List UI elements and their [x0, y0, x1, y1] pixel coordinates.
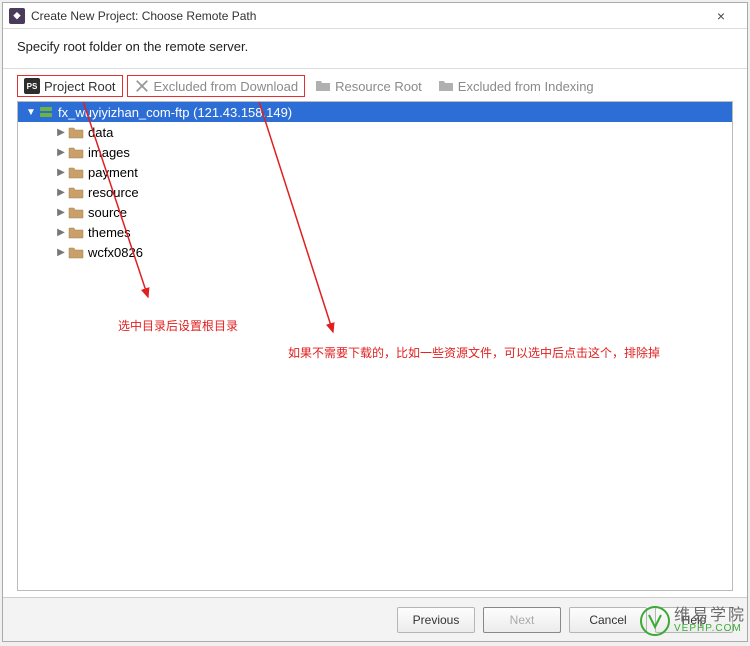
expand-arrow-icon[interactable]: ▶: [54, 247, 68, 258]
folder-label: source: [88, 205, 127, 220]
folder-label: images: [88, 145, 130, 160]
folder-icon: [68, 185, 84, 199]
folder-label: data: [88, 125, 113, 140]
server-icon: [38, 105, 54, 119]
window-title: Create New Project: Choose Remote Path: [31, 9, 701, 23]
excluded-indexing-label: Excluded from Indexing: [458, 79, 594, 94]
tree-view[interactable]: ▼ fx_wuyiyizhan_com-ftp (121.43.158.149)…: [17, 101, 733, 591]
tree-folder-node[interactable]: ▶ images: [18, 142, 732, 162]
folder-icon: [68, 145, 84, 159]
excluded-download-label: Excluded from Download: [154, 79, 299, 94]
project-root-label: Project Root: [44, 79, 116, 94]
folder-label: payment: [88, 165, 138, 180]
folder-icon: [68, 205, 84, 219]
tree-folder-node[interactable]: ▶ payment: [18, 162, 732, 182]
folder-icon: [438, 78, 454, 94]
tree-folder-node[interactable]: ▶ themes: [18, 222, 732, 242]
expand-arrow-icon[interactable]: ▼: [24, 107, 38, 118]
instruction-text: Specify root folder on the remote server…: [3, 29, 747, 69]
expand-arrow-icon[interactable]: ▶: [54, 127, 68, 138]
tree-folder-node[interactable]: ▶ source: [18, 202, 732, 222]
folder-label: wcfx0826: [88, 245, 143, 260]
excluded-indexing-button[interactable]: Excluded from Indexing: [432, 76, 600, 96]
button-bar: Previous Next Cancel Help: [3, 597, 747, 641]
tree-root-label: fx_wuyiyizhan_com-ftp (121.43.158.149): [58, 105, 292, 120]
folder-icon: [68, 245, 84, 259]
expand-arrow-icon[interactable]: ▶: [54, 207, 68, 218]
folder-icon: [68, 125, 84, 139]
expand-arrow-icon[interactable]: ▶: [54, 227, 68, 238]
tree-root-node[interactable]: ▼ fx_wuyiyizhan_com-ftp (121.43.158.149): [18, 102, 732, 122]
dialog-window: ◆ Create New Project: Choose Remote Path…: [2, 2, 748, 642]
project-root-button[interactable]: PS Project Root: [17, 75, 123, 97]
app-icon: ◆: [9, 8, 25, 24]
next-button[interactable]: Next: [483, 607, 561, 633]
cancel-button[interactable]: Cancel: [569, 607, 647, 633]
expand-arrow-icon[interactable]: ▶: [54, 147, 68, 158]
folder-icon: [315, 78, 331, 94]
tree-folder-node[interactable]: ▶ resource: [18, 182, 732, 202]
expand-arrow-icon[interactable]: ▶: [54, 167, 68, 178]
help-button[interactable]: Help: [655, 607, 733, 633]
folder-label: themes: [88, 225, 131, 240]
titlebar: ◆ Create New Project: Choose Remote Path…: [3, 3, 747, 29]
excluded-icon: [134, 78, 150, 94]
excluded-download-button[interactable]: Excluded from Download: [127, 75, 306, 97]
folder-label: resource: [88, 185, 139, 200]
folder-icon: [68, 165, 84, 179]
resource-root-button[interactable]: Resource Root: [309, 76, 428, 96]
annotation-left: 选中目录后设置根目录: [118, 317, 238, 334]
tree-folder-node[interactable]: ▶ wcfx0826: [18, 242, 732, 262]
folder-icon: [68, 225, 84, 239]
close-button[interactable]: ×: [701, 4, 741, 28]
toolbar: PS Project Root Excluded from Download R…: [3, 69, 747, 99]
annotation-right: 如果不需要下载的，比如一些资源文件，可以选中后点击这个，排除掉: [288, 344, 660, 361]
resource-root-label: Resource Root: [335, 79, 422, 94]
expand-arrow-icon[interactable]: ▶: [54, 187, 68, 198]
previous-button[interactable]: Previous: [397, 607, 475, 633]
project-root-icon: PS: [24, 78, 40, 94]
tree-folder-node[interactable]: ▶ data: [18, 122, 732, 142]
